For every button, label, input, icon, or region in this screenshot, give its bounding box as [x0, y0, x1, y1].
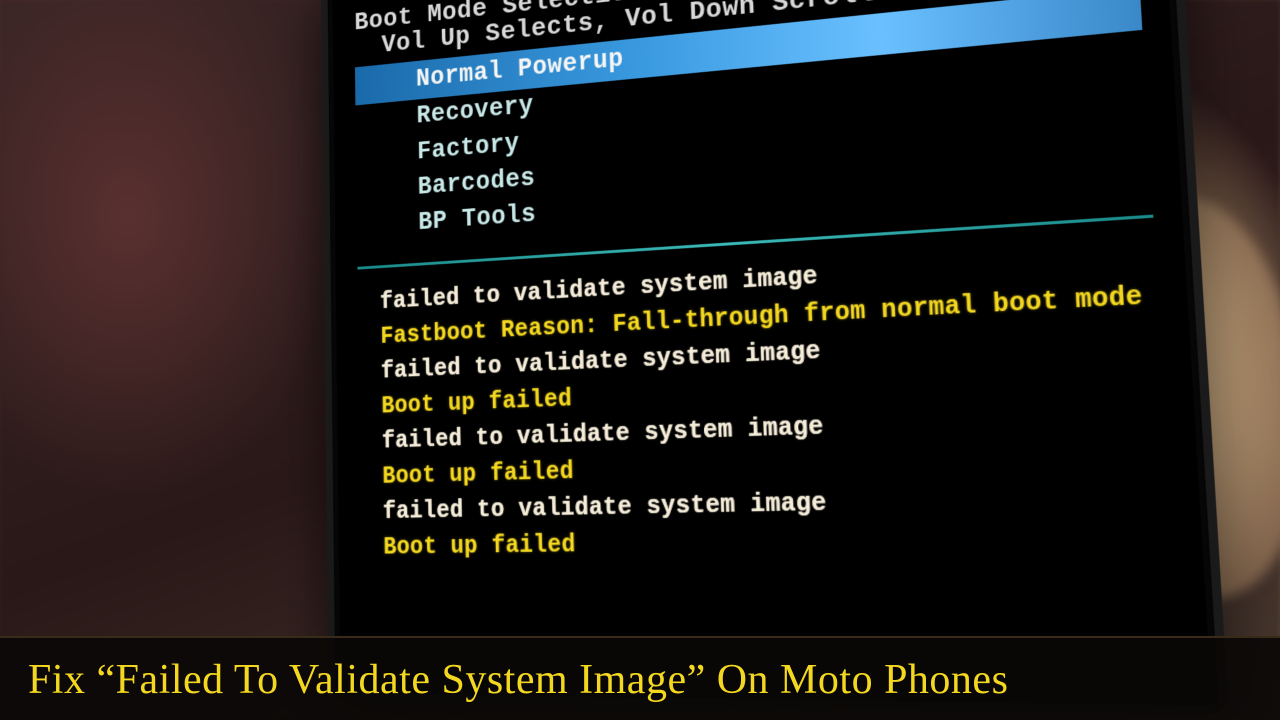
boot-log: failed to validate system image Fastboot… [358, 236, 1174, 564]
phone-device: Boot Mode Selection Menu Vol Up Selects,… [321, 0, 1229, 715]
bootloader-screen: Boot Mode Selection Menu Vol Up Selects,… [332, 0, 1211, 699]
caption-text: Fix “Failed To Validate System Image” On… [28, 656, 1252, 704]
caption-banner: Fix “Failed To Validate System Image” On… [0, 636, 1280, 720]
